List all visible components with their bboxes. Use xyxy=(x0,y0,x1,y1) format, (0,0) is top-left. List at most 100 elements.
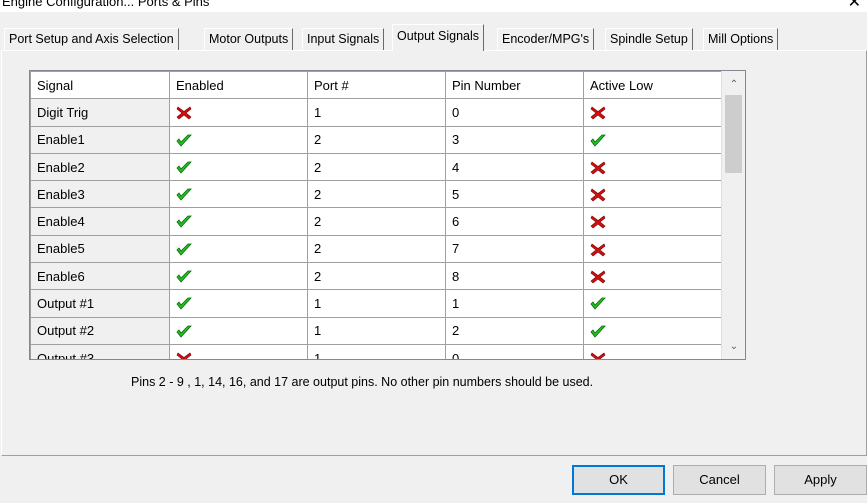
enabled-cell[interactable] xyxy=(169,125,308,154)
vertical-scrollbar[interactable]: ⌃ ⌄ xyxy=(721,71,745,359)
port-cell[interactable]: 2 xyxy=(307,207,446,236)
tab-output-signals[interactable]: Output Signals xyxy=(392,24,484,51)
enabled-cell[interactable] xyxy=(169,180,308,209)
green-check-icon xyxy=(590,134,606,147)
green-check-icon xyxy=(176,325,192,338)
signal-cell[interactable]: Enable3 xyxy=(30,180,170,209)
tab-mill-options[interactable]: Mill Options xyxy=(703,28,779,50)
enabled-cell[interactable] xyxy=(169,343,308,359)
pin-number-cell[interactable]: 4 xyxy=(445,152,584,182)
signals-table: Signal Enabled Port # Pin Number Active … xyxy=(30,71,722,359)
port-cell[interactable]: 2 xyxy=(307,152,446,182)
table-row[interactable]: Output #2 1 2 xyxy=(30,316,722,345)
green-check-icon xyxy=(176,134,192,147)
enabled-cell[interactable] xyxy=(169,98,308,127)
ok-button[interactable]: OK xyxy=(572,465,665,495)
tab-port-setup[interactable]: Port Setup and Axis Selection xyxy=(4,28,179,50)
table-row[interactable]: Enable2 2 4 xyxy=(30,152,722,182)
enabled-cell[interactable] xyxy=(169,207,308,236)
cancel-button[interactable]: Cancel xyxy=(673,465,766,495)
tab-spindle-setup[interactable]: Spindle Setup xyxy=(605,28,693,50)
pin-number-cell[interactable]: 8 xyxy=(445,262,584,291)
red-x-icon xyxy=(176,106,192,120)
green-check-icon xyxy=(590,297,606,310)
active-low-cell[interactable] xyxy=(583,98,722,127)
column-header-signal[interactable]: Signal xyxy=(30,71,170,100)
table-row[interactable]: Output #1 1 1 xyxy=(30,289,722,318)
chevron-up-icon[interactable]: ⌃ xyxy=(722,75,745,95)
pin-usage-note: Pins 2 - 9 , 1, 14, 16, and 17 are outpu… xyxy=(131,375,594,389)
active-low-cell[interactable] xyxy=(583,180,722,209)
active-low-cell[interactable] xyxy=(583,234,722,264)
active-low-cell[interactable] xyxy=(583,262,722,291)
active-low-cell[interactable] xyxy=(583,343,722,359)
tab-strip: Port Setup and Axis Selection Motor Outp… xyxy=(0,24,867,51)
title-bar: Engine Configuration... Ports & Pins ✕ xyxy=(0,0,867,12)
column-header-enabled[interactable]: Enabled xyxy=(169,71,308,100)
close-icon[interactable]: ✕ xyxy=(848,0,861,12)
table-row[interactable]: Enable5 2 7 xyxy=(30,234,722,264)
pin-number-cell[interactable]: 5 xyxy=(445,180,584,209)
active-low-cell[interactable] xyxy=(583,125,722,154)
header-row: Signal Enabled Port # Pin Number Active … xyxy=(30,71,722,100)
green-check-icon xyxy=(590,325,606,338)
pin-number-cell[interactable]: 3 xyxy=(445,125,584,154)
pin-number-cell[interactable]: 7 xyxy=(445,234,584,264)
enabled-cell[interactable] xyxy=(169,152,308,182)
active-low-cell[interactable] xyxy=(583,207,722,236)
port-cell[interactable]: 2 xyxy=(307,262,446,291)
red-x-icon xyxy=(590,352,606,359)
enabled-cell[interactable] xyxy=(169,262,308,291)
port-cell[interactable]: 2 xyxy=(307,125,446,154)
port-cell[interactable]: 1 xyxy=(307,98,446,127)
active-low-cell[interactable] xyxy=(583,289,722,318)
enabled-cell[interactable] xyxy=(169,234,308,264)
active-low-cell[interactable] xyxy=(583,152,722,182)
signal-cell[interactable]: Enable6 xyxy=(30,262,170,291)
signal-cell[interactable]: Enable1 xyxy=(30,125,170,154)
enabled-cell[interactable] xyxy=(169,289,308,318)
tab-motor-outputs[interactable]: Motor Outputs xyxy=(204,28,294,50)
column-header-pin-number[interactable]: Pin Number xyxy=(445,71,584,100)
green-check-icon xyxy=(176,161,192,174)
port-cell[interactable]: 1 xyxy=(307,343,446,359)
pin-number-cell[interactable]: 1 xyxy=(445,289,584,318)
column-header-port[interactable]: Port # xyxy=(307,71,446,100)
red-x-icon xyxy=(590,106,606,120)
tab-input-signals[interactable]: Input Signals xyxy=(302,28,385,50)
pin-number-cell[interactable]: 6 xyxy=(445,207,584,236)
table-row[interactable]: Enable1 2 3 xyxy=(30,125,722,154)
tab-encoder-mpg[interactable]: Encoder/MPG's xyxy=(497,28,595,50)
enabled-cell[interactable] xyxy=(169,316,308,345)
red-x-icon xyxy=(590,270,606,284)
table-row[interactable]: Enable4 2 6 xyxy=(30,207,722,236)
signal-cell[interactable]: Enable2 xyxy=(30,152,170,182)
pin-number-cell[interactable]: 0 xyxy=(445,98,584,127)
port-cell[interactable]: 1 xyxy=(307,289,446,318)
chevron-down-icon[interactable]: ⌄ xyxy=(722,337,745,357)
signal-cell[interactable]: Output #2 xyxy=(30,316,170,345)
port-cell[interactable]: 1 xyxy=(307,316,446,345)
signal-cell[interactable]: Digit Trig xyxy=(30,98,170,127)
table-row[interactable]: Output #3 1 0 xyxy=(30,343,722,359)
column-header-active-low[interactable]: Active Low xyxy=(583,71,722,100)
output-signals-grid[interactable]: Signal Enabled Port # Pin Number Active … xyxy=(29,70,746,360)
signal-cell[interactable]: Output #1 xyxy=(30,289,170,318)
signal-cell[interactable]: Enable5 xyxy=(30,234,170,264)
port-cell[interactable]: 2 xyxy=(307,180,446,209)
table-row[interactable]: Enable6 2 8 xyxy=(30,262,722,291)
table-row[interactable]: Digit Trig 1 0 xyxy=(30,98,722,127)
signal-cell[interactable]: Enable4 xyxy=(30,207,170,236)
red-x-icon xyxy=(176,352,192,359)
red-x-icon xyxy=(590,243,606,257)
pin-number-cell[interactable]: 2 xyxy=(445,316,584,345)
table-row[interactable]: Enable3 2 5 xyxy=(30,180,722,209)
active-low-cell[interactable] xyxy=(583,316,722,345)
signal-cell[interactable]: Output #3 xyxy=(30,343,170,359)
window-title: Engine Configuration... Ports & Pins xyxy=(2,0,210,9)
scrollbar-thumb[interactable] xyxy=(725,95,742,173)
port-cell[interactable]: 2 xyxy=(307,234,446,264)
apply-button[interactable]: Apply xyxy=(774,465,867,495)
pin-number-cell[interactable]: 0 xyxy=(445,343,584,359)
green-check-icon xyxy=(176,188,192,201)
